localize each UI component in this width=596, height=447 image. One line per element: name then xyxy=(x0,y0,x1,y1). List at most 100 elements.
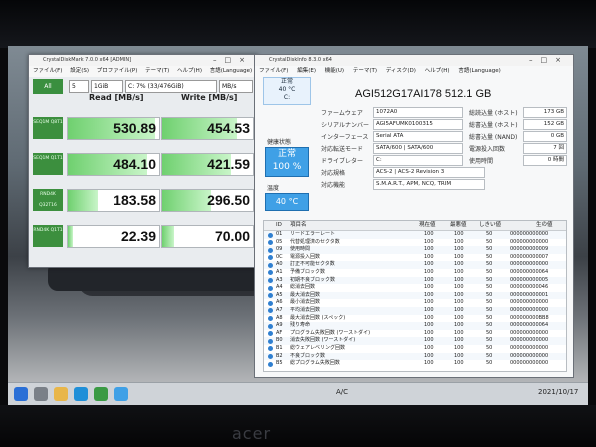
cdm-menu-settings[interactable]: 設定(S) xyxy=(70,68,89,74)
test-button[interactable]: SEQ1M Q1T1 xyxy=(33,153,63,175)
write-header: Write [MB/s] xyxy=(181,93,238,102)
smart-cur: 100 xyxy=(424,352,434,359)
smart-row[interactable]: 01 リードエラーレート 100 100 50 000000000000 xyxy=(264,231,566,239)
info-value: S.M.A.R.T., APM, NCQ, TRIM xyxy=(373,179,485,190)
smart-row[interactable]: B2 不良ブロック数 100 100 50 000000000000 xyxy=(264,352,566,361)
count-select[interactable]: 5 xyxy=(69,80,89,93)
smart-header-worst[interactable]: 最悪値 xyxy=(450,221,467,230)
smart-row[interactable]: 09 使用時間 100 100 50 000000000009 xyxy=(264,246,566,254)
smart-row[interactable]: A0 訂正不可能セクタ数 100 100 50 000000000000 xyxy=(264,261,566,269)
smart-header-current[interactable]: 現在値 xyxy=(419,221,436,230)
smart-thr: 50 xyxy=(486,314,493,321)
write-value: 421.59 xyxy=(207,156,250,172)
crystaldiskmark-window[interactable]: CrystalDiskMark 7.0.0 x64 [ADMIN] –□× ファ… xyxy=(28,54,258,268)
read-value: 22.39 xyxy=(120,228,156,244)
smart-row[interactable]: B0 消去失敗回数 (ワーストダイ) 100 100 50 000000000000 xyxy=(264,337,566,345)
status-dot-icon xyxy=(268,240,273,246)
smart-worst: 100 xyxy=(454,360,464,367)
drive-tab[interactable]: 正常 40 °C C: xyxy=(263,77,311,105)
info-label: 対応規格 xyxy=(321,170,346,177)
unit-select[interactable]: MB/s xyxy=(219,80,253,93)
folder-icon[interactable] xyxy=(54,387,68,401)
smart-id: 09 xyxy=(276,246,283,253)
cdm-window-buttons[interactable]: –□× xyxy=(213,55,253,66)
smart-thr: 50 xyxy=(486,344,493,351)
smart-row[interactable]: A7 平均消去回数 100 100 50 000000000000 xyxy=(264,306,566,315)
start-icon[interactable] xyxy=(14,387,28,401)
test-button[interactable]: RND4K Q1T1 xyxy=(33,225,63,247)
cdm-titlebar[interactable]: CrystalDiskMark 7.0.0 x64 [ADMIN] –□× xyxy=(29,55,257,66)
smart-table[interactable]: ID 項目名 現在値 最悪値 しきい値 生の値 01 リードエラーレート 100 10… xyxy=(263,220,567,372)
smart-header-id[interactable]: ID xyxy=(276,221,282,230)
cdm-menu-help[interactable]: ヘルプ(H) xyxy=(177,68,202,74)
stat-value: 7 回 xyxy=(523,143,567,154)
smart-row[interactable]: B1 総ウェアレベリング回数 100 100 50 000000000000 xyxy=(264,345,566,353)
status-dot-icon xyxy=(268,346,273,352)
write-value: 296.50 xyxy=(207,192,250,208)
smart-row[interactable]: A1 予備ブロック数 100 100 50 000000000064 xyxy=(264,269,566,277)
smart-thr: 50 xyxy=(486,329,493,336)
crystaldiskinfo-window[interactable]: CrystalDiskInfo 8.3.0 x64 –□× ファイル(F) 編集… xyxy=(254,54,574,378)
smart-id: 05 xyxy=(276,238,283,245)
info-label: 対応機能 xyxy=(321,182,346,189)
smart-name: 予備ブロック数 xyxy=(290,268,326,275)
cdi-titlebar[interactable]: CrystalDiskInfo 8.3.0 x64 –□× xyxy=(255,55,573,66)
status-dot-icon xyxy=(268,308,273,314)
cdi-window-buttons[interactable]: –□× xyxy=(529,55,569,66)
cdm-result-row: RND4K Q32T16 183.58 296.50 xyxy=(33,189,254,212)
smart-cur: 100 xyxy=(424,322,434,329)
crystaldiskinfo-taskbar-icon[interactable] xyxy=(114,387,128,401)
cdm-menu-language[interactable]: 言語(Language) xyxy=(210,68,252,74)
cdi-menu-disk[interactable]: ディスク(D) xyxy=(386,68,416,74)
smart-row[interactable]: A9 残り寿命 100 100 50 000000000064 xyxy=(264,322,566,330)
smart-name: 使用時間 xyxy=(290,246,311,253)
smart-row[interactable]: A4 総消去回数 100 100 50 000000000046 xyxy=(264,284,566,292)
write-value: 70.00 xyxy=(214,228,250,244)
browser-icon[interactable] xyxy=(74,387,88,401)
status-dot-icon xyxy=(268,338,273,344)
photo-frame: CrystalDiskMark 7.0.0 x64 [ADMIN] –□× ファ… xyxy=(0,0,596,447)
stat-value: 173 GB xyxy=(523,107,567,118)
smart-row[interactable]: A8 最大消去回数 (スペック) 100 100 50 000000000BB8 xyxy=(264,315,566,323)
smart-cur: 100 xyxy=(424,246,434,253)
smart-header-threshold[interactable]: しきい値 xyxy=(479,221,501,230)
test-button[interactable]: SEQ1M Q8T1 xyxy=(33,117,63,139)
ime-indicator[interactable]: A/C xyxy=(336,388,348,396)
drive-tab-status: 正常 xyxy=(280,78,293,85)
cdm-menu-profile[interactable]: プロファイル(P) xyxy=(97,68,138,74)
cdm-menu-file[interactable]: ファイル(F) xyxy=(33,68,62,74)
smart-header-raw[interactable]: 生の値 xyxy=(536,221,553,230)
read-result: 22.39 xyxy=(67,225,160,248)
smart-row[interactable]: A6 最小消去回数 100 100 50 000000000000 xyxy=(264,299,566,307)
cdi-menu-help[interactable]: ヘルプ(H) xyxy=(425,68,450,74)
drive-select[interactable]: C: 7% (33/476GiB) xyxy=(125,80,217,93)
cdm-result-row: RND4K Q1T1 22.39 70.00 xyxy=(33,225,254,248)
cdi-menu-function[interactable]: 機能(U) xyxy=(325,68,344,74)
cdi-menu-edit[interactable]: 編集(E) xyxy=(297,68,316,74)
smart-row[interactable]: B5 総プログラム失敗回数 100 100 50 000000000000 xyxy=(264,360,566,368)
smart-worst: 100 xyxy=(454,268,464,275)
drive-model: AGI512G17AI178 512.1 GB xyxy=(355,88,492,100)
smart-header-name[interactable]: 項目名 xyxy=(290,221,307,230)
all-button[interactable]: All xyxy=(33,79,63,94)
info-value: Serial ATA xyxy=(373,131,463,142)
clock[interactable]: 2021/10/17 xyxy=(538,388,578,396)
laptop-screen: CrystalDiskMark 7.0.0 x64 [ADMIN] –□× ファ… xyxy=(8,46,588,406)
cdi-menu-theme[interactable]: テーマ(T) xyxy=(353,68,377,74)
smart-thr: 50 xyxy=(486,306,493,313)
read-result: 183.58 xyxy=(67,189,160,212)
stat-value: 0 時間 xyxy=(523,155,567,166)
cdm-menu-theme[interactable]: テーマ(T) xyxy=(145,68,169,74)
stat-label: 総読込量 (ホスト) xyxy=(469,110,518,117)
smart-raw: 000000000064 xyxy=(510,268,549,275)
info-label: シリアルナンバー xyxy=(321,122,369,129)
test-button[interactable]: RND4K Q32T16 xyxy=(33,189,63,211)
search-icon[interactable] xyxy=(34,387,48,401)
smart-cur: 100 xyxy=(424,306,434,313)
smart-thr: 50 xyxy=(486,268,493,275)
crystaldiskmark-taskbar-icon[interactable] xyxy=(94,387,108,401)
size-select[interactable]: 1GiB xyxy=(91,80,123,93)
stat-value: 0 GB xyxy=(523,131,567,142)
cdi-menu-file[interactable]: ファイル(F) xyxy=(259,68,288,74)
cdi-menu-language[interactable]: 言語(Language) xyxy=(458,68,500,74)
